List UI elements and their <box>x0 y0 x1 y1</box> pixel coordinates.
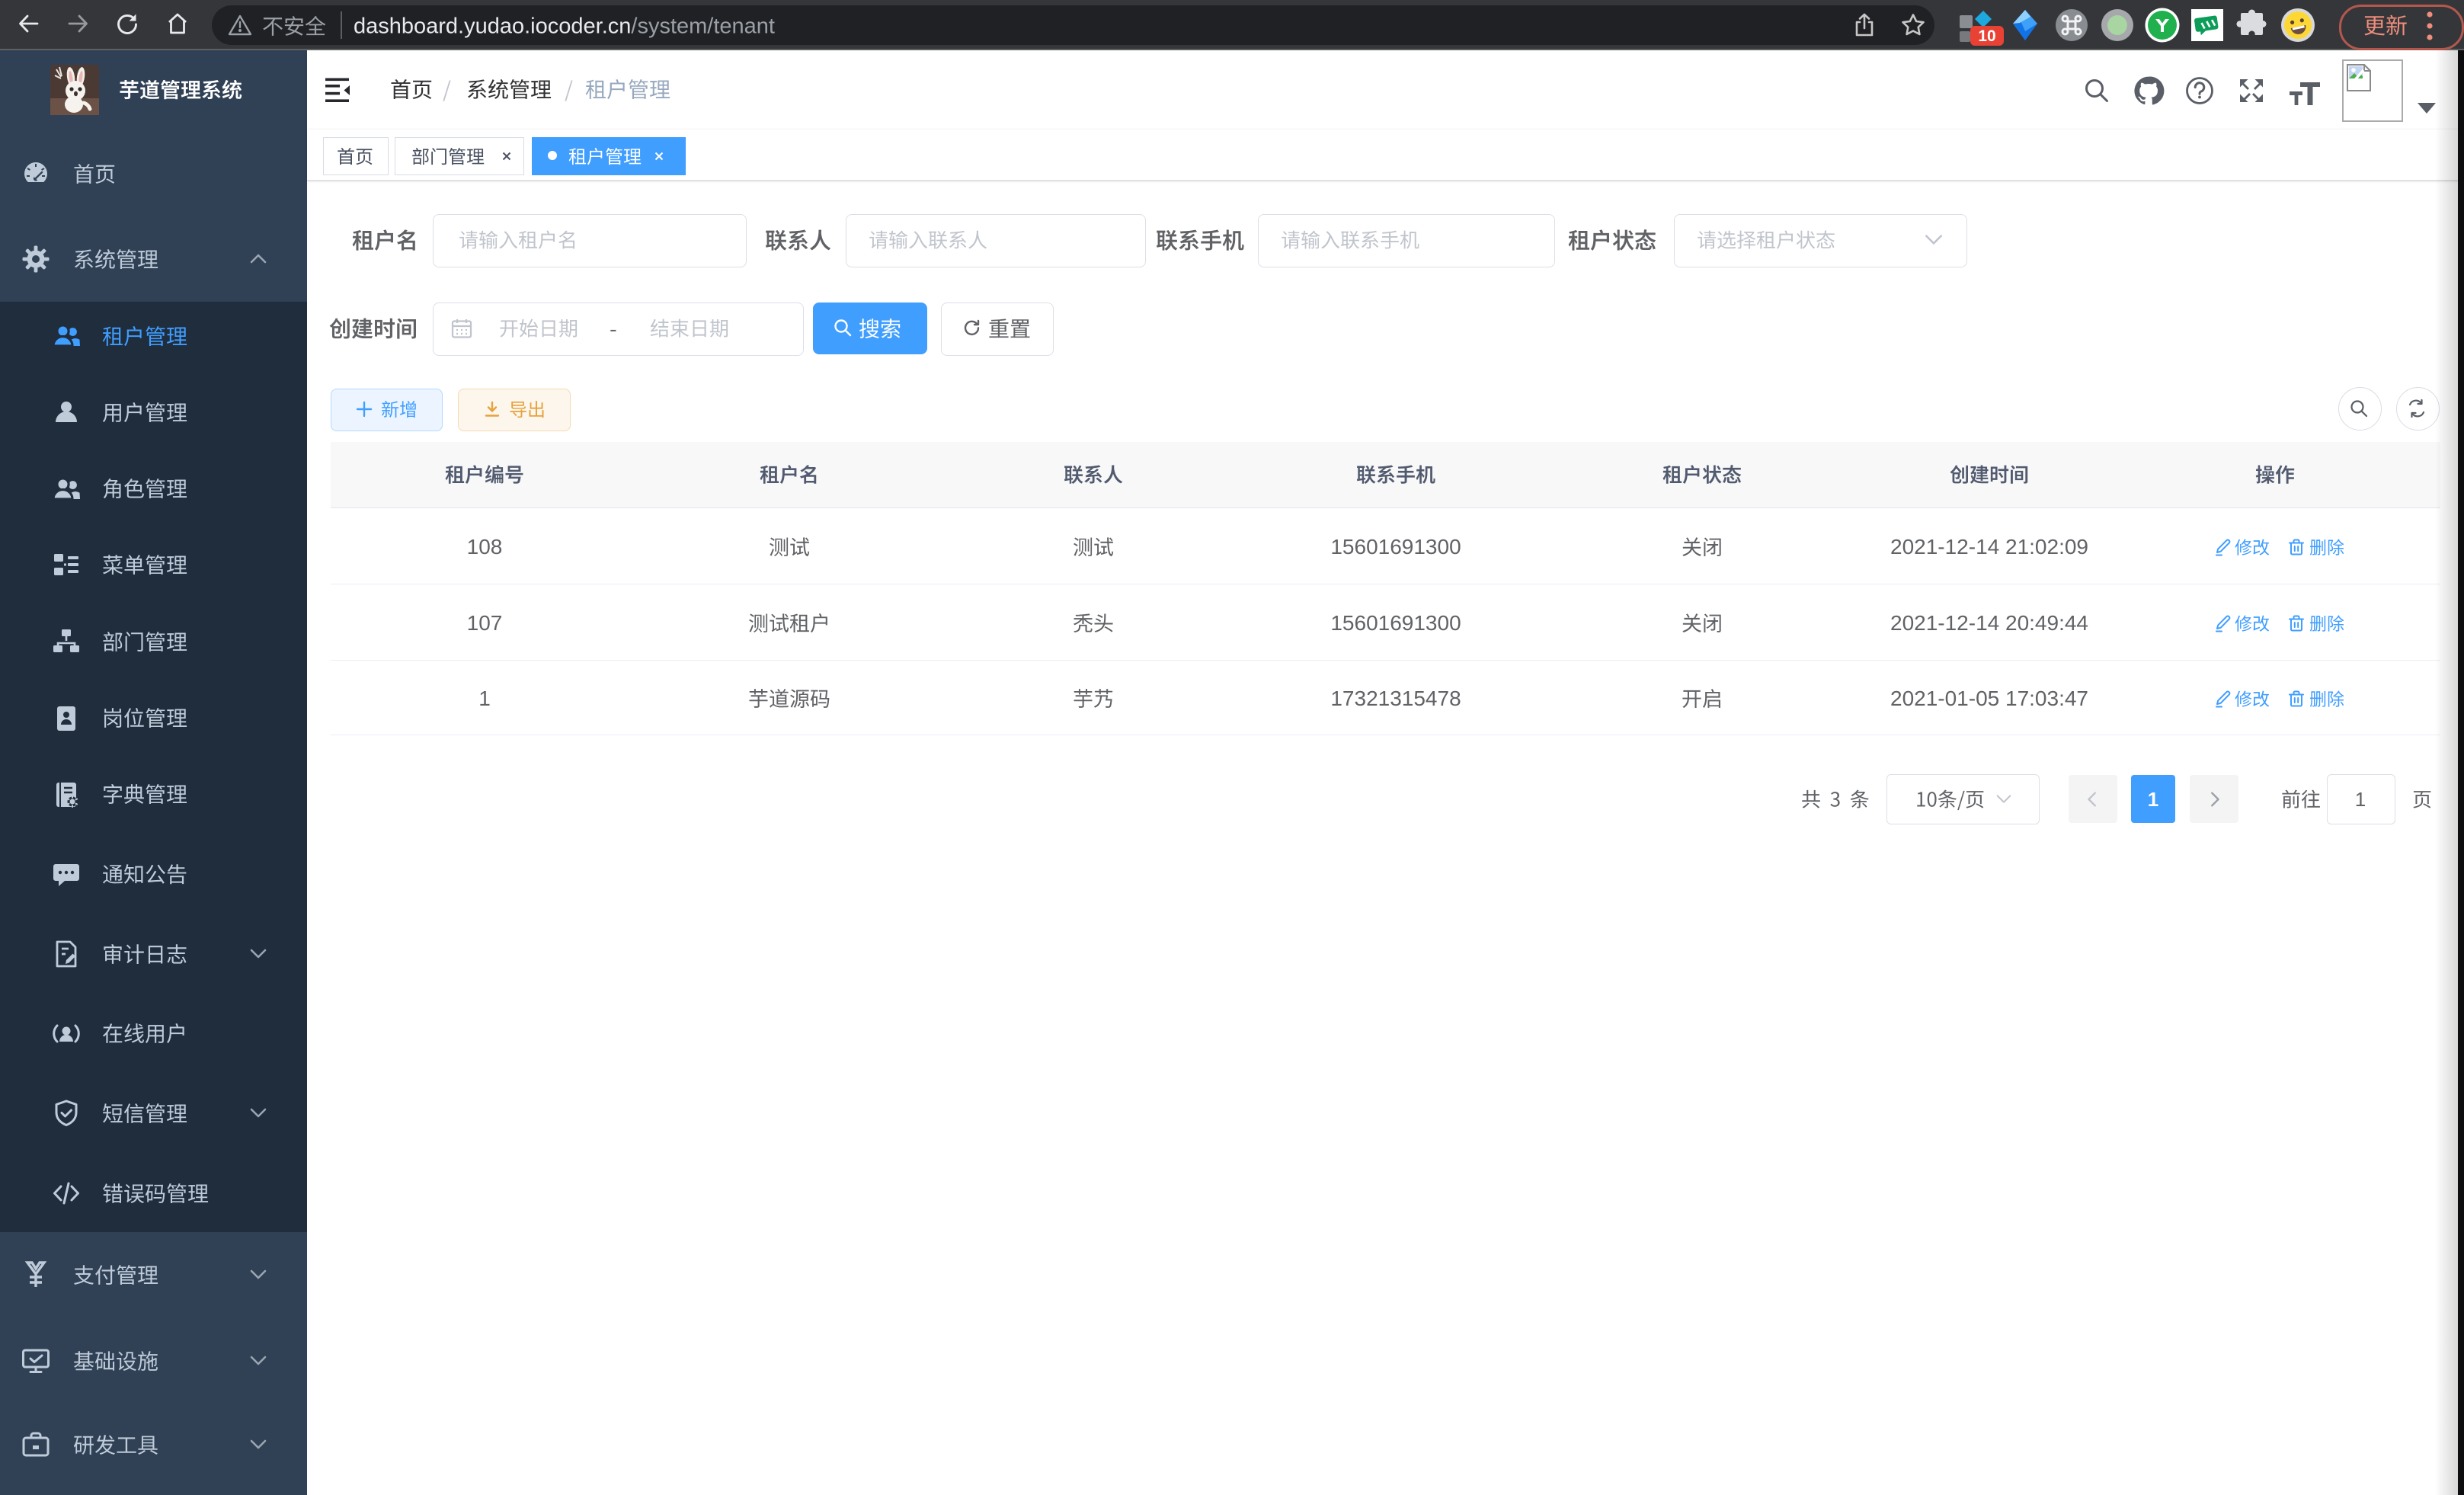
svg-text:10: 10 <box>1978 27 1995 45</box>
